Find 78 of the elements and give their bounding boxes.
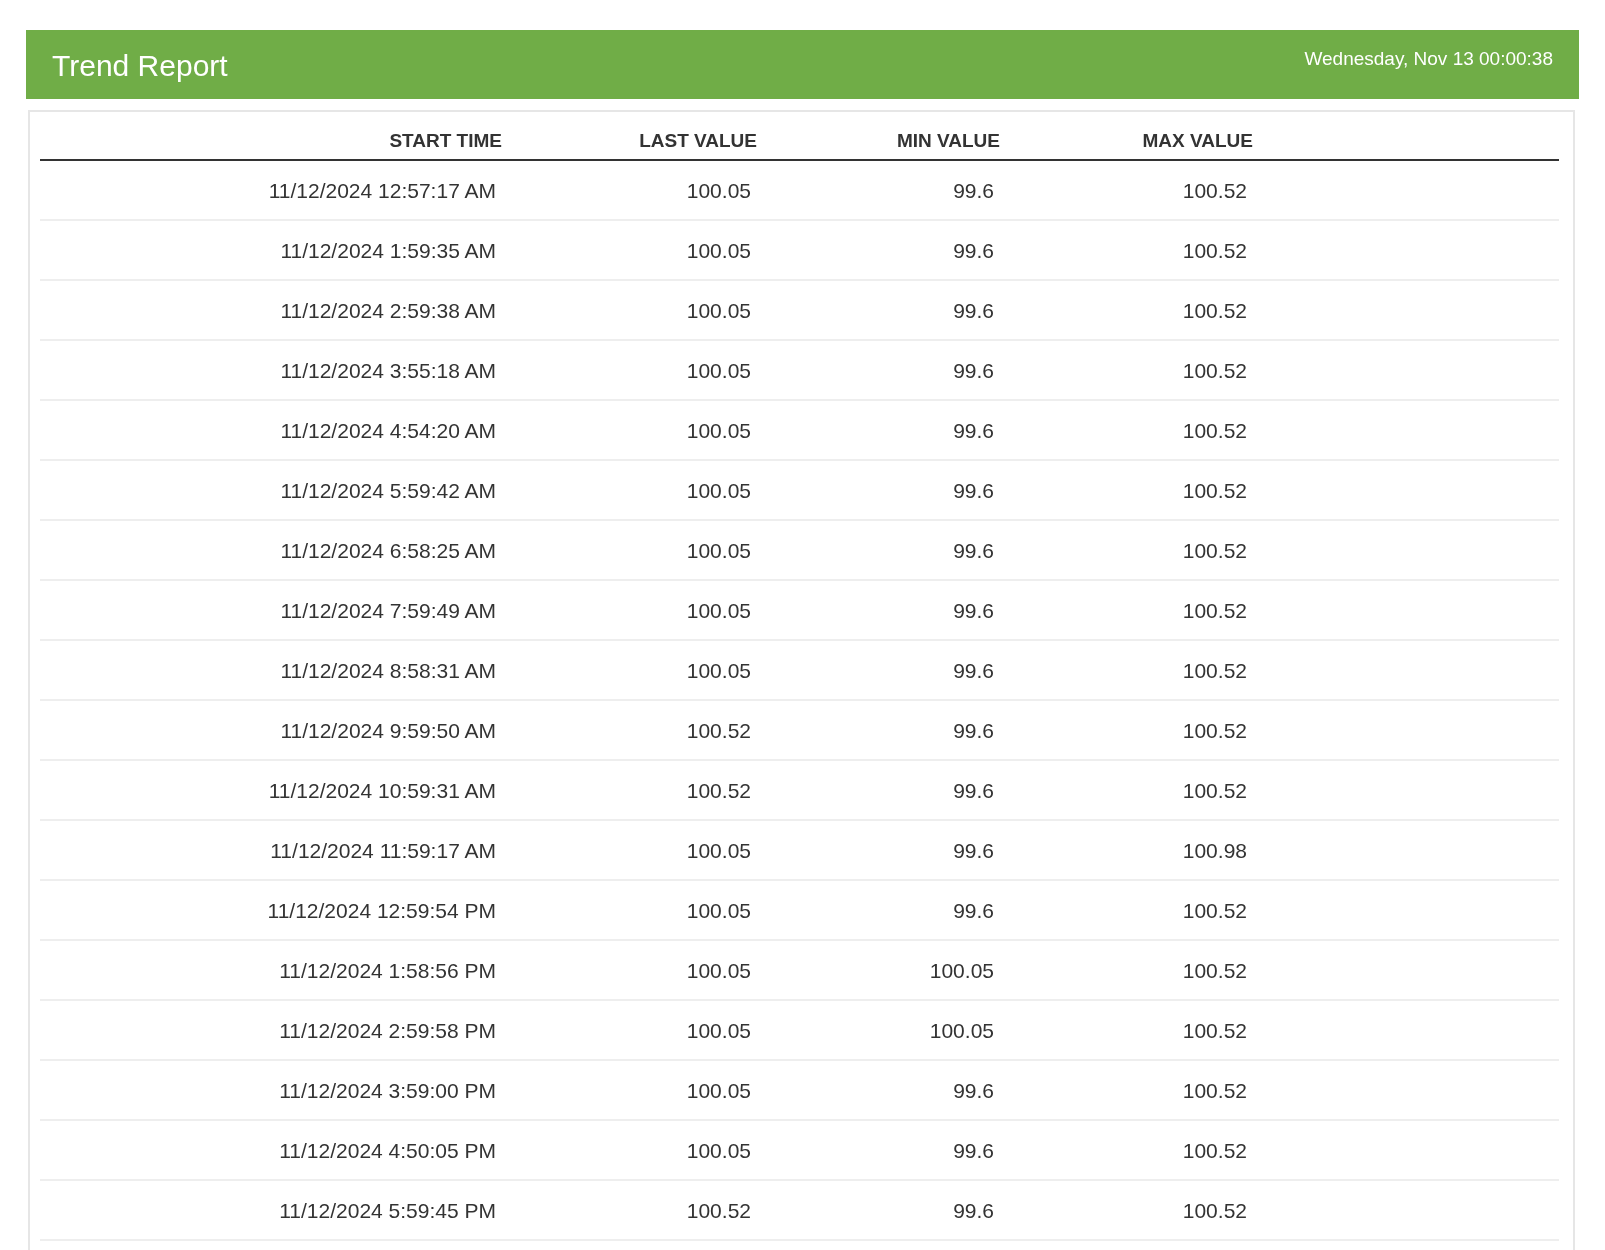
table-cell: 100.52: [1008, 941, 1261, 1001]
column-header: START TIME: [40, 112, 510, 161]
table-cell: 100.05: [765, 1001, 1008, 1061]
table-cell: 100.05: [510, 1121, 765, 1181]
table-cell: 100.05: [510, 341, 765, 401]
table-cell: 100.52: [1008, 401, 1261, 461]
report-title: Trend Report: [52, 49, 228, 83]
table-cell: 99.6: [765, 221, 1008, 281]
table-cell: 100.52: [1008, 1001, 1261, 1061]
table-cell: 100.52: [1008, 1181, 1261, 1241]
table-cell: 100.52: [1008, 581, 1261, 641]
table-cell: 11/12/2024 1:59:35 AM: [40, 221, 510, 281]
table-cell: 100.52: [1008, 461, 1261, 521]
table-cell: 100.05: [510, 161, 765, 221]
table-cell: 100.52: [1008, 221, 1261, 281]
table-cell: 100.05: [510, 281, 765, 341]
column-header: MIN VALUE: [765, 112, 1008, 161]
table-cell: 99.6: [765, 761, 1008, 821]
table-cell: 100.52: [1008, 281, 1261, 341]
table-cell: 100.05: [510, 941, 765, 1001]
table-cell: 100.52: [510, 761, 765, 821]
column-header: LAST VALUE: [510, 112, 765, 161]
table-cell: 100.52: [1008, 341, 1261, 401]
date-time: Wednesday, Nov 13 00:00:38: [1304, 48, 1553, 70]
table-cell: 99.6: [765, 401, 1008, 461]
table-cell: 11/12/2024 5:59:45 PM: [40, 1181, 510, 1241]
table-cell: 99.6: [765, 1061, 1008, 1121]
table-cell: 100.05: [510, 881, 765, 941]
table-cell: 11/12/2024 12:59:54 PM: [40, 881, 510, 941]
table-cell: 99.6: [765, 521, 1008, 581]
table-cell: 11/12/2024 2:59:58 PM: [40, 1001, 510, 1061]
table-cell: 11/12/2024 9:59:50 AM: [40, 701, 510, 761]
table-cell: 11/12/2024 7:59:49 AM: [40, 581, 510, 641]
table-cell: 99.6: [765, 881, 1008, 941]
table-cell: 11/12/2024 5:59:42 AM: [40, 461, 510, 521]
table-cell: 11/12/2024 4:50:05 PM: [40, 1121, 510, 1181]
table-cell: 100.05: [510, 1061, 765, 1121]
table-cell: 100.52: [510, 701, 765, 761]
table-cell: 11/12/2024 11:59:17 AM: [40, 821, 510, 881]
table-cell: 99.6: [765, 461, 1008, 521]
table-cell: 99.6: [765, 281, 1008, 341]
table-cell: 11/12/2024 4:54:20 AM: [40, 401, 510, 461]
table-cell: 11/12/2024 8:58:31 AM: [40, 641, 510, 701]
table-cell: 11/12/2024 2:59:38 AM: [40, 281, 510, 341]
table-cell: 99.6: [765, 161, 1008, 221]
table-cell: 100.52: [1008, 1121, 1261, 1181]
table-cell: 100.52: [1008, 761, 1261, 821]
table-cell: 100.05: [510, 461, 765, 521]
table-cell: 100.05: [510, 221, 765, 281]
table-cell: 100.05: [510, 821, 765, 881]
table-cell: 100.05: [510, 581, 765, 641]
table-cell: 99.6: [765, 701, 1008, 761]
table-cell: 100.52: [1008, 881, 1261, 941]
table-cell: 100.98: [1008, 821, 1261, 881]
table-cell: 11/12/2024 3:59:00 PM: [40, 1061, 510, 1121]
table-cell: 99.6: [765, 1121, 1008, 1181]
table-cell: 100.05: [510, 641, 765, 701]
column-header: MAX VALUE: [1008, 112, 1261, 161]
table-cell: 100.05: [510, 521, 765, 581]
table-cell: 11/12/2024 6:58:25 AM: [40, 521, 510, 581]
table-cell: 100.52: [1008, 1061, 1261, 1121]
table-cell: 11/12/2024 1:58:56 PM: [40, 941, 510, 1001]
table-cell: 99.6: [765, 1181, 1008, 1241]
table-cell: 100.52: [1008, 521, 1261, 581]
table-cell: 100.05: [510, 1001, 765, 1061]
table-cell: 100.05: [765, 941, 1008, 1001]
table-cell: 99.6: [765, 581, 1008, 641]
table-cell: 100.52: [510, 1181, 765, 1241]
table-cell: 99.6: [765, 821, 1008, 881]
table-cell: 100.05: [510, 401, 765, 461]
table-cell: 99.6: [765, 641, 1008, 701]
table-cell: 11/12/2024 3:55:18 AM: [40, 341, 510, 401]
table-cell: 99.6: [765, 341, 1008, 401]
table-cell: 11/12/2024 10:59:31 AM: [40, 761, 510, 821]
table-cell: 100.52: [1008, 641, 1261, 701]
table-cell: 100.52: [1008, 161, 1261, 221]
table-cell: 100.52: [1008, 701, 1261, 761]
table-cell: 11/12/2024 12:57:17 AM: [40, 161, 510, 221]
